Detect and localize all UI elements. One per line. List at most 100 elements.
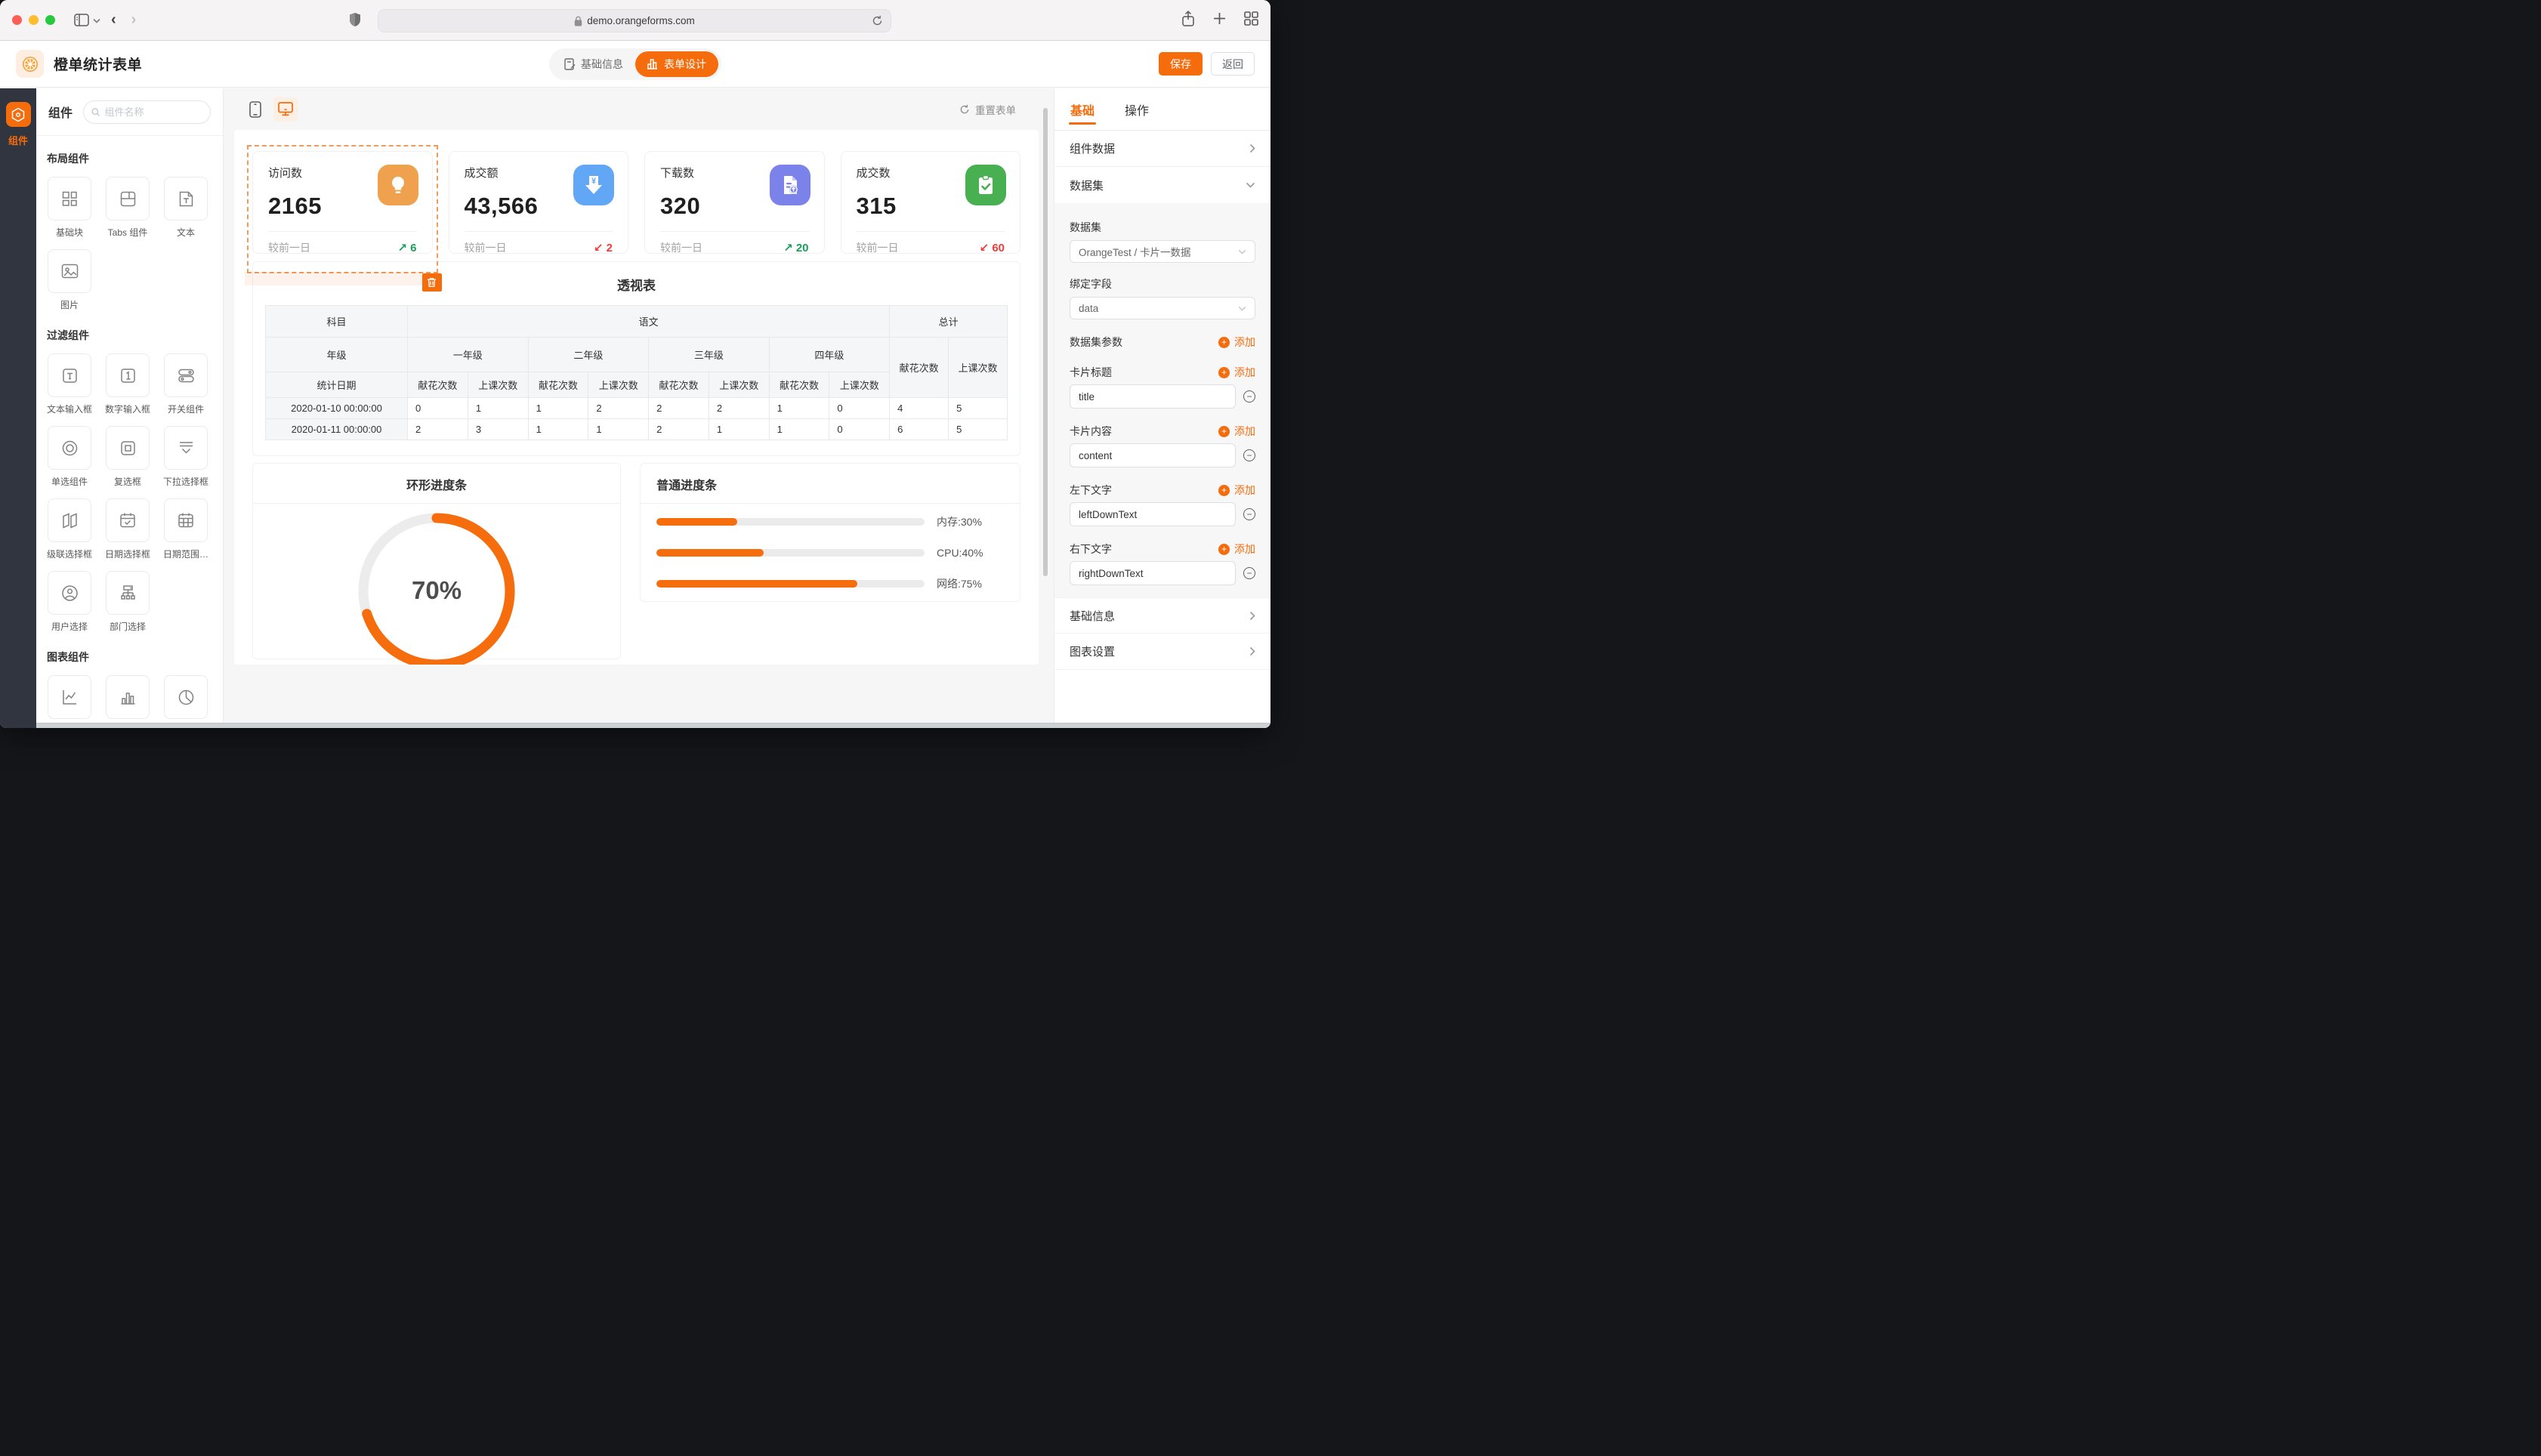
tab-overview-icon[interactable] <box>1244 11 1258 29</box>
search-input[interactable] <box>104 106 202 118</box>
dataset-select[interactable]: OrangeTest / 卡片一数据 <box>1070 240 1255 263</box>
reload-icon[interactable] <box>872 15 883 26</box>
add-button[interactable]: +添加 <box>1218 365 1255 380</box>
basic-info-row[interactable]: 基础信息 <box>1054 597 1270 634</box>
tab-actions[interactable]: 操作 <box>1125 88 1149 130</box>
remove-field-button[interactable]: − <box>1243 508 1255 520</box>
add-button[interactable]: +添加 <box>1218 424 1255 439</box>
progress-bars-card[interactable]: 普通进度条 内存:30%CPU:40%网络:75% <box>640 463 1020 602</box>
sidebar-chevron-icon[interactable] <box>93 14 100 27</box>
component-item[interactable] <box>45 675 94 719</box>
component-card[interactable] <box>106 675 150 719</box>
return-button[interactable]: 返回 <box>1211 52 1255 76</box>
component-card[interactable] <box>106 571 150 615</box>
chart-settings-row[interactable]: 图表设置 <box>1054 634 1270 670</box>
stat-compare-label: 较前一日 <box>268 240 310 255</box>
component-item[interactable]: 复选框 <box>103 426 152 488</box>
component-item[interactable]: 用户选择 <box>45 571 94 633</box>
tab-basic-info[interactable]: 基础信息 <box>552 51 635 77</box>
component-item[interactable]: 数字输入框 <box>103 353 152 415</box>
component-search[interactable] <box>83 100 211 124</box>
component-card[interactable] <box>106 498 150 542</box>
component-card[interactable] <box>164 498 208 542</box>
forward-button[interactable]: › <box>131 11 137 29</box>
date-range-icon <box>177 511 195 529</box>
component-card[interactable] <box>106 353 150 397</box>
tab-basic[interactable]: 基础 <box>1070 88 1095 130</box>
reset-form-button[interactable]: 重置表单 <box>959 102 1016 117</box>
progress-fill <box>656 549 764 557</box>
pivot-value-cell: 1 <box>709 419 769 440</box>
add-button[interactable]: +添加 <box>1218 483 1255 498</box>
component-card[interactable] <box>48 571 91 615</box>
field-input[interactable] <box>1070 384 1236 409</box>
stat-card[interactable]: 成交额¥43,566较前一日↙ 2 <box>449 151 629 254</box>
pivot-table-card[interactable]: 透视表 科目语文总计年级一年级二年级三年级四年级献花次数上课次数统计日期献花次数… <box>252 261 1020 456</box>
component-item[interactable]: 图片 <box>45 249 94 311</box>
mobile-preview-button[interactable] <box>243 97 267 122</box>
minimize-window-button[interactable] <box>29 15 39 25</box>
component-card[interactable] <box>164 353 208 397</box>
address-bar[interactable]: demo.orangeforms.com <box>378 9 891 32</box>
component-card[interactable] <box>106 426 150 470</box>
field-input[interactable] <box>1070 502 1236 526</box>
component-item[interactable] <box>103 675 152 719</box>
pivot-date-header: 统计日期 <box>266 372 408 398</box>
stat-card[interactable]: 成交数315较前一日↙ 60 <box>841 151 1021 254</box>
tab-form-design[interactable]: 表单设计 <box>635 51 718 77</box>
delete-component-button[interactable] <box>422 273 442 292</box>
component-card[interactable] <box>48 353 91 397</box>
horizontal-scrollbar[interactable] <box>36 723 1270 728</box>
privacy-shield-icon[interactable] <box>349 12 361 31</box>
back-button[interactable]: ‹ <box>111 11 116 29</box>
component-card[interactable] <box>106 177 150 221</box>
canvas-scrollbar[interactable] <box>1043 108 1048 576</box>
stat-card[interactable]: 下载数320较前一日↗ 20 <box>644 151 825 254</box>
component-item[interactable]: 日期选择框 <box>103 498 152 560</box>
component-item[interactable]: 基础块 <box>45 177 94 239</box>
plus-icon: + <box>1218 337 1230 348</box>
component-item[interactable]: 文本输入框 <box>45 353 94 415</box>
component-item[interactable]: 单选组件 <box>45 426 94 488</box>
ring-progress-card[interactable]: 环形进度条 70% <box>252 463 621 659</box>
component-card[interactable] <box>48 177 91 221</box>
close-window-button[interactable] <box>12 15 22 25</box>
component-item[interactable]: Tabs 组件 <box>103 177 152 239</box>
components-rail-button[interactable] <box>6 102 31 127</box>
stat-card[interactable]: 访问数2165较前一日↗ 6 <box>252 151 433 254</box>
component-item[interactable]: 开关组件 <box>162 353 210 415</box>
component-item[interactable]: 部门选择 <box>103 571 152 633</box>
component-data-row[interactable]: 组件数据 <box>1054 131 1270 167</box>
component-card[interactable] <box>48 249 91 293</box>
component-item[interactable]: 文本 <box>162 177 210 239</box>
component-card[interactable] <box>48 426 91 470</box>
field-input[interactable] <box>1070 443 1236 467</box>
bind-field-select[interactable]: data <box>1070 297 1255 319</box>
desktop-preview-button[interactable] <box>273 97 298 122</box>
add-button[interactable]: +添加 <box>1218 335 1255 350</box>
component-card[interactable] <box>164 177 208 221</box>
remove-field-button[interactable]: − <box>1243 390 1255 403</box>
share-icon[interactable] <box>1181 11 1195 30</box>
component-item[interactable] <box>162 675 210 719</box>
component-item[interactable]: 下拉选择框 <box>162 426 210 488</box>
field-input-row: − <box>1070 502 1255 526</box>
component-card[interactable] <box>164 426 208 470</box>
remove-field-button[interactable]: − <box>1243 449 1255 461</box>
component-card[interactable] <box>48 675 91 719</box>
progress-label: 内存:30% <box>937 514 1002 529</box>
plus-icon: + <box>1218 367 1230 378</box>
save-button[interactable]: 保存 <box>1159 52 1203 76</box>
zoom-window-button[interactable] <box>45 15 55 25</box>
component-card[interactable] <box>48 498 91 542</box>
add-button[interactable]: +添加 <box>1218 541 1255 557</box>
remove-field-button[interactable]: − <box>1243 567 1255 579</box>
new-tab-icon[interactable] <box>1213 12 1226 29</box>
dataset-section-row[interactable]: 数据集 <box>1054 167 1270 203</box>
field-input[interactable] <box>1070 561 1236 585</box>
component-item[interactable]: 日期范围… <box>162 498 210 560</box>
sidebar-toggle-icon[interactable] <box>74 14 89 26</box>
component-item[interactable]: 级联选择框 <box>45 498 94 560</box>
component-card[interactable] <box>164 675 208 719</box>
blocks-icon <box>60 190 79 208</box>
